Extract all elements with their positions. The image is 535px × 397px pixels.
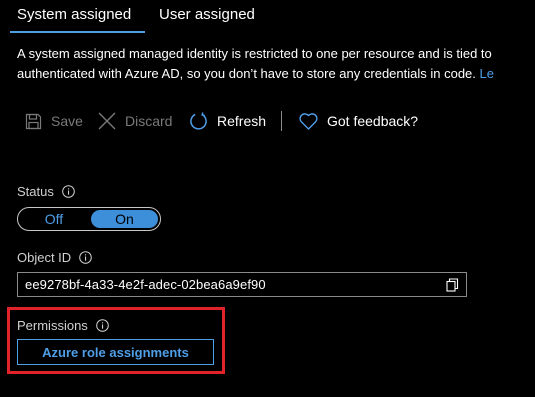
toolbar-divider: [281, 111, 282, 131]
copy-icon[interactable]: [446, 278, 459, 292]
toggle-off-option[interactable]: Off: [19, 209, 89, 229]
refresh-button[interactable]: Refresh: [189, 108, 266, 134]
status-label-text: Status: [17, 184, 54, 199]
toggle-on-option[interactable]: On: [91, 210, 158, 228]
discard-button[interactable]: Discard: [98, 108, 172, 134]
close-icon: [98, 112, 116, 130]
refresh-label: Refresh: [217, 113, 267, 129]
info-icon[interactable]: [62, 185, 75, 198]
tab-user-assigned[interactable]: User assigned: [159, 6, 255, 23]
object-id-field[interactable]: ee9278bf-4a33-4e2f-adec-02bea6a9ef90: [17, 272, 467, 297]
heart-icon: [299, 112, 318, 130]
status-label: Status: [17, 184, 75, 199]
tab-system-assigned[interactable]: System assigned: [17, 6, 131, 23]
description-line-2-text: authenticated with Azure AD, so you don’…: [17, 66, 480, 81]
feedback-button[interactable]: Got feedback?: [299, 108, 418, 134]
description-line-2: authenticated with Azure AD, so you don’…: [17, 64, 535, 84]
feedback-label: Got feedback?: [327, 113, 419, 129]
managed-identity-panel: System assigned User assigned A system a…: [0, 0, 535, 397]
save-icon: [25, 113, 42, 129]
learn-more-link[interactable]: Le: [480, 66, 494, 81]
info-icon[interactable]: [95, 319, 109, 332]
object-id-label-text: Object ID: [17, 250, 72, 265]
permissions-label-text: Permissions: [17, 318, 88, 333]
identity-tabs: System assigned User assigned: [0, 0, 535, 34]
save-label: Save: [51, 113, 83, 129]
description: A system assigned managed identity is re…: [17, 44, 535, 84]
refresh-icon: [190, 111, 207, 130]
object-id-label: Object ID: [17, 250, 92, 265]
command-bar: Save Discard Refresh Got feedback?: [0, 108, 535, 134]
active-tab-indicator: [10, 31, 145, 33]
discard-label: Discard: [125, 113, 173, 129]
azure-role-assignments-button[interactable]: Azure role assignments: [17, 339, 214, 365]
object-id-value[interactable]: ee9278bf-4a33-4e2f-adec-02bea6a9ef90: [25, 277, 266, 292]
status-toggle[interactable]: Off On: [17, 207, 161, 231]
description-line-1: A system assigned managed identity is re…: [17, 46, 492, 61]
permissions-label: Permissions: [17, 318, 109, 333]
info-icon[interactable]: [79, 251, 92, 264]
save-button[interactable]: Save: [25, 108, 83, 134]
